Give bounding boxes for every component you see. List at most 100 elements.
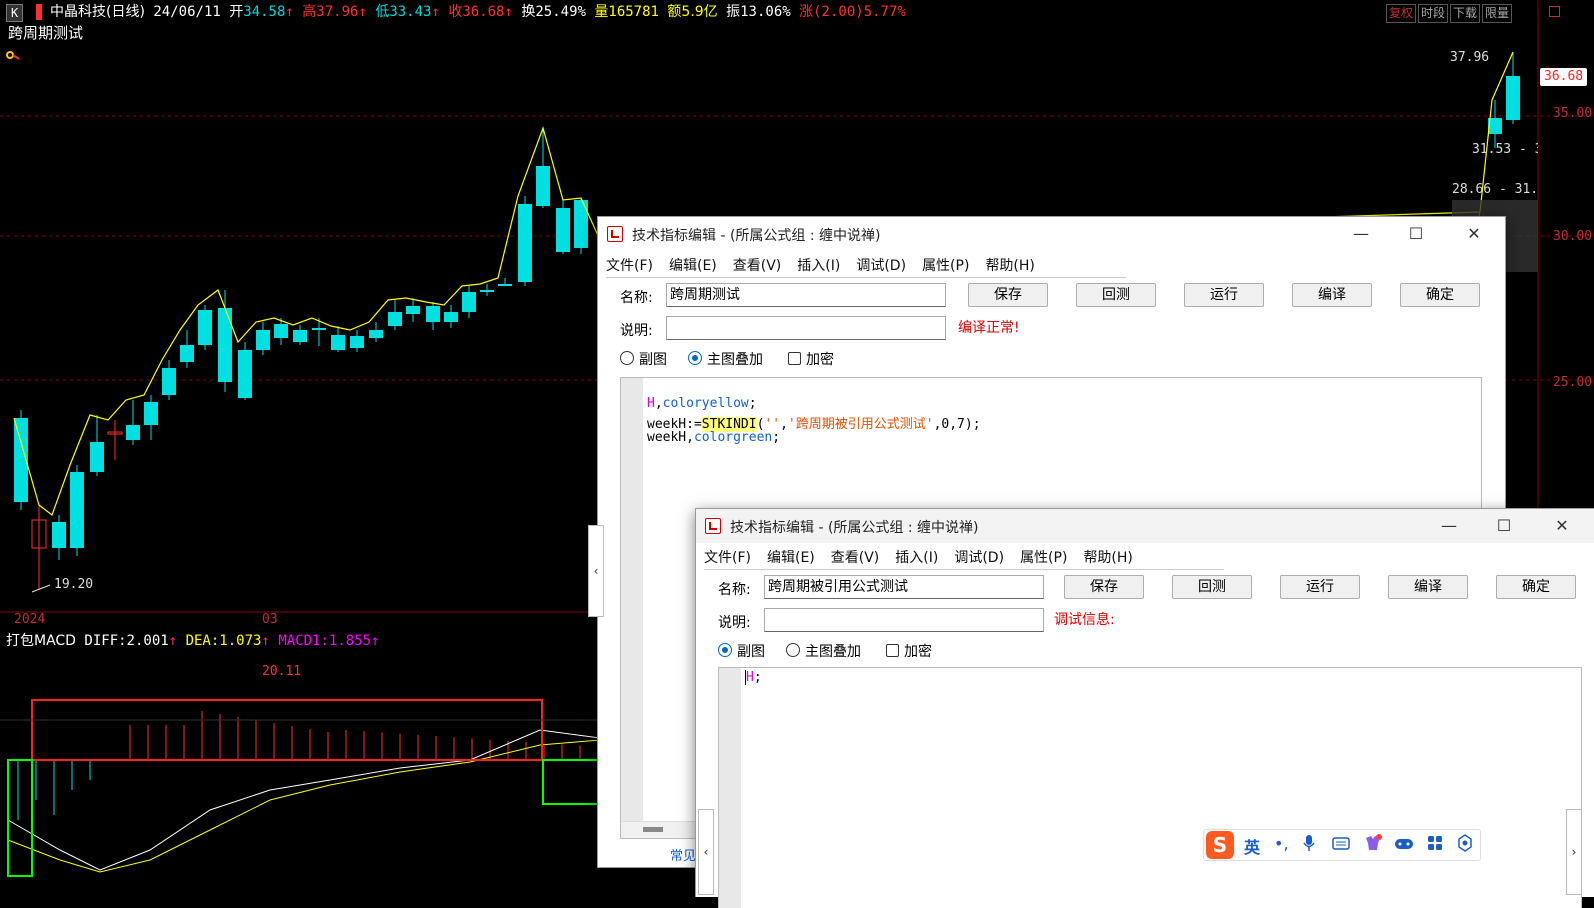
candle-down [126, 425, 140, 440]
encrypt-checkbox[interactable] [886, 644, 899, 657]
dialog2-menubar: 文件(F) 编辑(E) 查看(V) 插入(I) 调试(D) 属性(P) 帮助(H) [704, 547, 1224, 570]
diff-line [7, 729, 601, 871]
candle-down [406, 306, 420, 314]
candle-down [444, 312, 458, 322]
formula-app-icon [705, 518, 721, 534]
maximize-icon[interactable]: ☐ [1398, 223, 1434, 245]
run-button[interactable]: 运行 [1184, 283, 1264, 307]
diff-label: DIFF:2.001 [84, 633, 169, 649]
debug-status: 调试信息: [1054, 612, 1115, 628]
run-button[interactable]: 运行 [1280, 575, 1360, 599]
high-price-label: 37.96 [1450, 50, 1490, 65]
apps-icon[interactable] [1426, 834, 1444, 856]
macd-header: 打包MACD DIFF:2.001↑ DEA:1.073↑ MACD1:1.85… [6, 630, 379, 650]
name-field[interactable]: 跨周期被引用公式测试 [764, 575, 1044, 599]
code-line-1: H; [745, 670, 762, 685]
tools-icon[interactable] [1456, 834, 1474, 856]
menu-help[interactable]: 帮助(H) [985, 255, 1034, 275]
menu-edit[interactable]: 编辑(E) [669, 255, 717, 275]
mic-icon[interactable] [1302, 834, 1316, 856]
sub-chart-radio[interactable] [620, 351, 634, 365]
menu-view[interactable]: 查看(V) [733, 255, 782, 275]
candle-down [180, 345, 194, 362]
dialog2-title: 技术指标编辑 - (所属公式组 : 缠中说禅) [730, 520, 979, 536]
ime-toolbar[interactable]: S 英 •, [1203, 829, 1481, 861]
encrypt-checkbox[interactable] [788, 352, 801, 365]
main-overlay-radio[interactable] [786, 643, 800, 657]
dea-label: DEA:1.073 [185, 633, 262, 649]
macd1-label: MACD1:1.855 [278, 633, 372, 649]
ytick-30: 30.00 [1553, 229, 1593, 244]
menu-file[interactable]: 文件(F) [704, 547, 751, 567]
menu-properties[interactable]: 属性(P) [1020, 547, 1067, 567]
punct-icon[interactable]: •, [1274, 834, 1289, 853]
candle-down [312, 328, 326, 330]
desc-field[interactable] [666, 316, 946, 340]
main-overlay-label: 主图叠加 [805, 644, 861, 660]
menu-debug[interactable]: 调试(D) [856, 255, 906, 275]
ok-button[interactable]: 确定 [1496, 575, 1576, 599]
game-icon[interactable] [1394, 834, 1414, 856]
code-editor-2[interactable]: H; [718, 667, 1582, 908]
candle-down [90, 442, 104, 472]
minimize-icon[interactable]: — [1431, 515, 1467, 537]
ime-lang[interactable]: 英 [1244, 834, 1260, 858]
menu-file[interactable]: 文件(F) [606, 255, 653, 275]
menu-help[interactable]: 帮助(H) [1083, 547, 1132, 567]
keyboard-icon[interactable] [1332, 834, 1350, 856]
common-label[interactable]: 常见 [670, 845, 696, 864]
menu-insert[interactable]: 插入(I) [797, 255, 840, 275]
overlay-label-1: 31.53 - 3 [1472, 142, 1538, 157]
sogou-logo-icon[interactable]: S [1206, 831, 1234, 859]
dialog1-titlebar[interactable]: 技术指标编辑 - (所属公式组 : 缠中说禅) — ☐ ✕ [598, 217, 1505, 251]
dialog1-menubar: 文件(F) 编辑(E) 查看(V) 插入(I) 调试(D) 属性(P) 帮助(H) [606, 255, 1126, 278]
arrow-icon: ↑ [371, 633, 380, 649]
sub-chart-radio[interactable] [718, 643, 732, 657]
main-overlay-radio[interactable] [688, 351, 702, 365]
low-label-pointer [31, 584, 51, 593]
skin-icon[interactable] [1364, 834, 1382, 856]
backtest-button[interactable]: 回测 [1076, 283, 1156, 307]
desc-field[interactable] [764, 608, 1044, 632]
candle-down [480, 290, 494, 292]
minimize-icon[interactable]: — [1343, 223, 1379, 245]
menu-properties[interactable]: 属性(P) [922, 255, 969, 275]
compile-button[interactable]: 编译 [1388, 575, 1468, 599]
candle-down [218, 308, 232, 382]
maximize-icon[interactable]: ☐ [1486, 515, 1522, 537]
macd-highlight-box [31, 699, 543, 761]
menu-view[interactable]: 查看(V) [831, 547, 880, 567]
candle-down [162, 368, 176, 395]
arrow-icon: ↑ [168, 633, 178, 649]
backtest-button[interactable]: 回测 [1172, 575, 1252, 599]
close-icon[interactable]: ✕ [1544, 515, 1580, 537]
ytick-25: 25.00 [1553, 375, 1593, 390]
candle-down [426, 306, 440, 322]
collapse-left-handle-2[interactable]: ‹ [698, 809, 714, 895]
ok-button[interactable]: 确定 [1400, 283, 1480, 307]
encrypt-label: 加密 [904, 644, 932, 660]
close-icon[interactable]: ✕ [1456, 223, 1492, 245]
candle-down [144, 402, 158, 425]
expand-right-handle[interactable]: › [1566, 809, 1582, 895]
collapse-left-handle[interactable]: ‹ [588, 525, 604, 617]
xtick-2024: 2024 [14, 612, 46, 627]
save-button[interactable]: 保存 [1064, 575, 1144, 599]
name-field[interactable]: 跨周期测试 [666, 283, 946, 307]
dialog2-titlebar[interactable]: 技术指标编辑 - (所属公式组 : 缠中说禅) — ☐ ✕ [696, 509, 1594, 543]
save-button[interactable]: 保存 [968, 283, 1048, 307]
ytick-35: 35.00 [1553, 106, 1593, 121]
menu-insert[interactable]: 插入(I) [895, 547, 938, 567]
candle-down [462, 292, 476, 312]
compile-button[interactable]: 编译 [1292, 283, 1372, 307]
menu-edit[interactable]: 编辑(E) [767, 547, 815, 567]
scroll-thumb[interactable] [643, 827, 663, 832]
candle-down [331, 335, 345, 350]
candle-down [238, 350, 252, 398]
candle-down [556, 208, 570, 252]
menu-debug[interactable]: 调试(D) [954, 547, 1004, 567]
candle-down [293, 330, 307, 342]
encrypt-label: 加密 [806, 352, 834, 368]
sub-chart-label: 副图 [639, 352, 667, 368]
candle-down [274, 324, 288, 338]
